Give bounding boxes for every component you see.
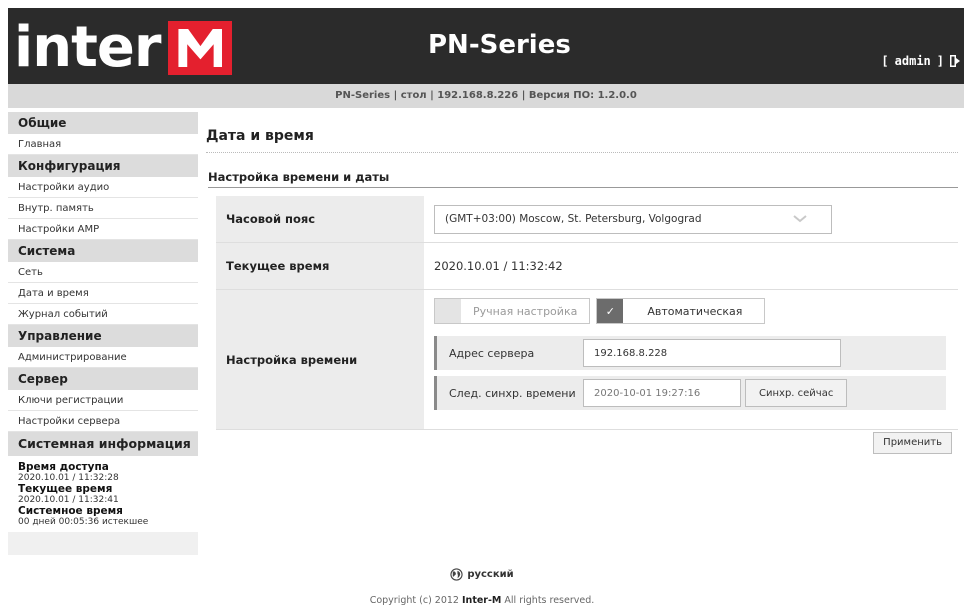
server-address-input[interactable]: 192.168.8.228 xyxy=(583,339,841,367)
sidebar-item-administration[interactable]: Администрирование xyxy=(8,347,198,368)
apply-button[interactable]: Применить xyxy=(873,432,952,454)
sync-now-button[interactable]: Синхр. сейчас xyxy=(745,379,848,407)
sidebar-item-amp-settings[interactable]: Настройки АМР xyxy=(8,219,198,240)
copyright-prefix: Copyright (c) 2012 xyxy=(369,595,459,606)
time-setting-controls: Ручная настройка ✓ Автоматическая Адрес … xyxy=(424,290,958,429)
next-sync-input[interactable]: 2020-10-01 19:27:16 xyxy=(583,379,741,407)
page-title: Дата и время xyxy=(206,128,314,144)
time-setting-row: Настройка времени Ручная настройка ✓ Авт… xyxy=(216,290,958,430)
manual-check-box xyxy=(435,299,461,323)
product-title: PN-Series xyxy=(428,30,571,60)
current-time-label: Текущее время xyxy=(18,483,113,495)
user-name: admin xyxy=(894,54,931,68)
time-setting-label: Настройка времени xyxy=(216,290,424,429)
current-time-row: Текущее время 2020.10.01 / 11:32:42 xyxy=(216,243,958,290)
automatic-setting-label: Автоматическая xyxy=(647,304,743,318)
user-bracket-open: [ xyxy=(881,54,889,68)
user-area: [ admin ] xyxy=(881,54,960,68)
device-info-bar: PN-Series | стол | 192.168.8.226 | Верси… xyxy=(8,84,964,108)
system-time-value: 00 дней 00:05:36 истекшее xyxy=(18,517,149,527)
manual-setting-button[interactable]: Ручная настройка xyxy=(434,298,591,324)
timezone-value: (GMT+03:00) Moscow, St. Petersburg, Volg… xyxy=(445,213,702,225)
logo-m-mark xyxy=(168,21,233,75)
next-sync-row: След. синхр. времени 2020-10-01 19:27:16… xyxy=(434,376,946,410)
next-sync-label: След. синхр. времени xyxy=(449,386,576,400)
manual-setting-label: Ручная настройка xyxy=(473,304,578,318)
system-time-label: Системное время xyxy=(18,505,123,517)
logo-m-glyph xyxy=(178,29,223,67)
logo-text: inter xyxy=(14,15,161,80)
logout-icon[interactable] xyxy=(950,55,960,67)
current-time-row-label: Текущее время xyxy=(216,243,424,289)
sidebar-item-audio-settings[interactable]: Настройки аудио xyxy=(8,177,198,198)
access-time-label: Время доступа xyxy=(18,461,109,473)
language-selector[interactable]: русский xyxy=(0,568,964,581)
sidebar-item-internal-memory[interactable]: Внутр. память xyxy=(8,198,198,219)
user-bracket-close: ] xyxy=(936,54,944,68)
sidebar: Общие Главная Конфигурация Настройки ауд… xyxy=(8,112,198,555)
section-title: Настройка времени и даты xyxy=(208,170,390,184)
sidebar-section-sysinfo: Системная информация xyxy=(8,432,198,456)
section-divider xyxy=(208,187,958,188)
sidebar-item-event-log[interactable]: Журнал событий xyxy=(8,304,198,325)
sidebar-section-config: Конфигурация xyxy=(8,155,198,177)
server-address-label: Адрес сервера xyxy=(449,346,535,360)
inter-m-logo: inter xyxy=(14,15,233,80)
automatic-setting-button[interactable]: ✓ Автоматическая xyxy=(596,298,766,324)
title-divider xyxy=(206,152,958,153)
timezone-row: Часовой пояс (GMT+03:00) Moscow, St. Pet… xyxy=(216,196,958,243)
current-time-row-value: 2020.10.01 / 11:32:42 xyxy=(434,259,563,273)
language-label: русский xyxy=(467,569,514,580)
time-mode-toggle: Ручная настройка ✓ Автоматическая xyxy=(434,298,958,324)
copyright-suffix: All rights reserved. xyxy=(504,595,595,606)
sidebar-item-server-settings[interactable]: Настройки сервера xyxy=(8,411,198,432)
app-header: inter PN-Series [ admin ] xyxy=(8,8,964,84)
timezone-select[interactable]: (GMT+03:00) Moscow, St. Petersburg, Volg… xyxy=(434,204,832,234)
timezone-cell: (GMT+03:00) Moscow, St. Petersburg, Volg… xyxy=(424,196,958,242)
copyright: Copyright (c) 2012 Inter-M All rights re… xyxy=(0,595,964,606)
globe-icon xyxy=(450,568,463,581)
system-info-panel: Время доступа 2020.10.01 / 11:32:28 Теку… xyxy=(8,456,198,532)
sidebar-item-date-time[interactable]: Дата и время xyxy=(8,283,198,304)
sidebar-section-manage: Управление xyxy=(8,325,198,347)
sidebar-section-general: Общие xyxy=(8,112,198,134)
sidebar-section-server: Сервер xyxy=(8,368,198,390)
sidebar-item-home[interactable]: Главная xyxy=(8,134,198,155)
main-content: Дата и время Настройка времени и даты Ча… xyxy=(200,112,964,555)
check-icon: ✓ xyxy=(597,299,624,323)
sidebar-section-system: Система xyxy=(8,240,198,262)
timezone-label: Часовой пояс xyxy=(216,196,424,242)
settings-table: Часовой пояс (GMT+03:00) Moscow, St. Pet… xyxy=(216,196,958,430)
chevron-down-icon xyxy=(793,214,807,222)
sidebar-item-registration-keys[interactable]: Ключи регистрации xyxy=(8,390,198,411)
copyright-brand: Inter-M xyxy=(462,595,502,606)
server-address-row: Адрес сервера 192.168.8.228 xyxy=(434,336,946,370)
sidebar-item-network[interactable]: Сеть xyxy=(8,262,198,283)
